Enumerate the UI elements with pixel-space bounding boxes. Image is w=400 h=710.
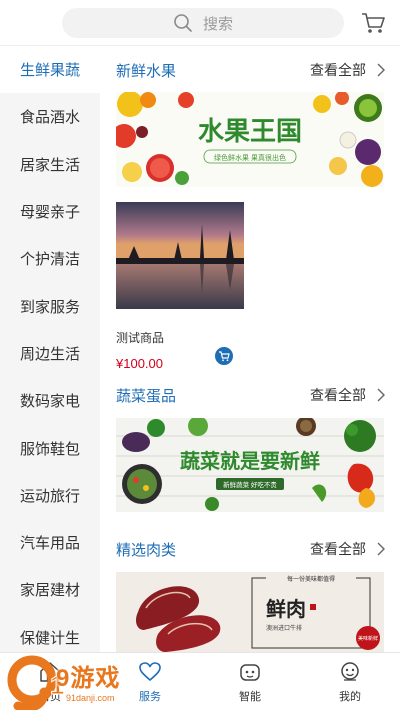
sidebar-item-fresh[interactable]: 生鲜果蔬 [0, 46, 100, 94]
section-header-vegetables: 蔬菜蛋品 查看全部 [116, 383, 386, 407]
vegetable-banner[interactable]: 蔬菜就是要新鲜 新鲜蔬菜 好吃不贵 [116, 418, 384, 512]
meat-banner-title: 鲜肉 [266, 597, 306, 621]
tab-home[interactable]: 首页 [0, 653, 100, 710]
chevron-right-icon [377, 388, 385, 402]
sidebar-item-health[interactable]: 保健计生 [0, 614, 100, 652]
tab-smart[interactable]: 智能 [200, 653, 300, 710]
chevron-right-icon [377, 63, 385, 77]
sidebar-item-digital[interactable]: 数码家电 [0, 377, 100, 424]
section-header-fruit: 新鲜水果 查看全部 [116, 58, 386, 82]
chevron-right-icon [377, 542, 385, 556]
main-content: 新鲜水果 查看全部 水果王国 绿色鲜水果 果真很出色 测试商品 ¥100.00 … [100, 46, 400, 652]
category-sidebar: 生鲜果蔬 食品酒水 居家生活 母婴亲子 个护清洁 到家服务 周边生活 数码家电 … [0, 46, 100, 652]
search-icon [174, 14, 192, 32]
meat-banner-subtitle: 澳洲进口牛排 [266, 624, 302, 632]
section-title: 新鲜水果 [116, 62, 177, 80]
section-title: 蔬菜蛋品 [116, 387, 177, 405]
sidebar-item-food-drink[interactable]: 食品酒水 [0, 93, 100, 140]
sidebar-item-building[interactable]: 家居建材 [0, 566, 100, 613]
user-face-icon [341, 661, 359, 681]
sidebar-item-sports-travel[interactable]: 运动旅行 [0, 472, 100, 519]
sidebar-item-home-service[interactable]: 到家服务 [0, 282, 100, 329]
product-name: 测试商品 [116, 331, 165, 345]
sidebar-item-auto[interactable]: 汽车用品 [0, 519, 100, 566]
fruit-banner-image: 水果王国 绿色鲜水果 果真很出色 [116, 92, 384, 187]
heart-icon [139, 661, 161, 681]
sidebar-item-nearby[interactable]: 周边生活 [0, 330, 100, 377]
view-all-link[interactable]: 查看全部 [310, 60, 386, 80]
fruit-banner-title: 水果王国 [198, 116, 302, 146]
tab-label: 我的 [339, 690, 361, 703]
tab-service[interactable]: 服务 [100, 653, 200, 710]
meat-banner-seal: 美味新鲜 [358, 635, 378, 642]
fruit-banner[interactable]: 水果王国 绿色鲜水果 果真很出色 [116, 92, 384, 187]
top-header: 搜索 [0, 0, 400, 46]
product-image [116, 202, 244, 309]
vegetable-banner-subtitle: 新鲜蔬菜 好吃不贵 [223, 480, 277, 489]
tab-label: 服务 [139, 690, 161, 703]
sidebar-item-apparel[interactable]: 服饰鞋包 [0, 424, 100, 471]
section-header-meat: 精选肉类 查看全部 [116, 537, 386, 561]
tab-label: 首页 [39, 690, 61, 703]
cart-icon[interactable] [360, 10, 386, 36]
search-bar[interactable]: 搜索 [62, 8, 344, 38]
section-title: 精选肉类 [116, 541, 177, 559]
robot-icon [240, 663, 260, 681]
fruit-banner-subtitle: 绿色鲜水果 果真很出色 [214, 153, 286, 162]
sidebar-item-mother-baby[interactable]: 母婴亲子 [0, 188, 100, 235]
view-all-link[interactable]: 查看全部 [310, 385, 386, 405]
vegetable-banner-title: 蔬菜就是要新鲜 [180, 449, 320, 473]
tab-profile[interactable]: 我的 [300, 653, 400, 710]
vegetable-banner-image: 蔬菜就是要新鲜 新鲜蔬菜 好吃不贵 [116, 418, 384, 512]
meat-banner[interactable]: 每一份美味都值得 鲜肉 澳洲进口牛排 美味新鲜 [116, 572, 384, 652]
home-icon [40, 661, 60, 682]
search-placeholder: 搜索 [202, 15, 233, 33]
tab-label: 智能 [239, 690, 261, 703]
meat-banner-tagline: 每一份美味都值得 [287, 575, 335, 583]
add-to-cart-icon[interactable] [215, 347, 233, 365]
product-card[interactable]: 测试商品 ¥100.00 [116, 202, 246, 371]
bottom-tab-bar: 首页 服务 智能 我的 [0, 652, 400, 710]
sidebar-item-home-living[interactable]: 居家生活 [0, 141, 100, 188]
meat-banner-image: 每一份美味都值得 鲜肉 澳洲进口牛排 美味新鲜 [116, 572, 384, 652]
sidebar-item-personal-care[interactable]: 个护清洁 [0, 235, 100, 282]
view-all-link[interactable]: 查看全部 [310, 539, 386, 559]
